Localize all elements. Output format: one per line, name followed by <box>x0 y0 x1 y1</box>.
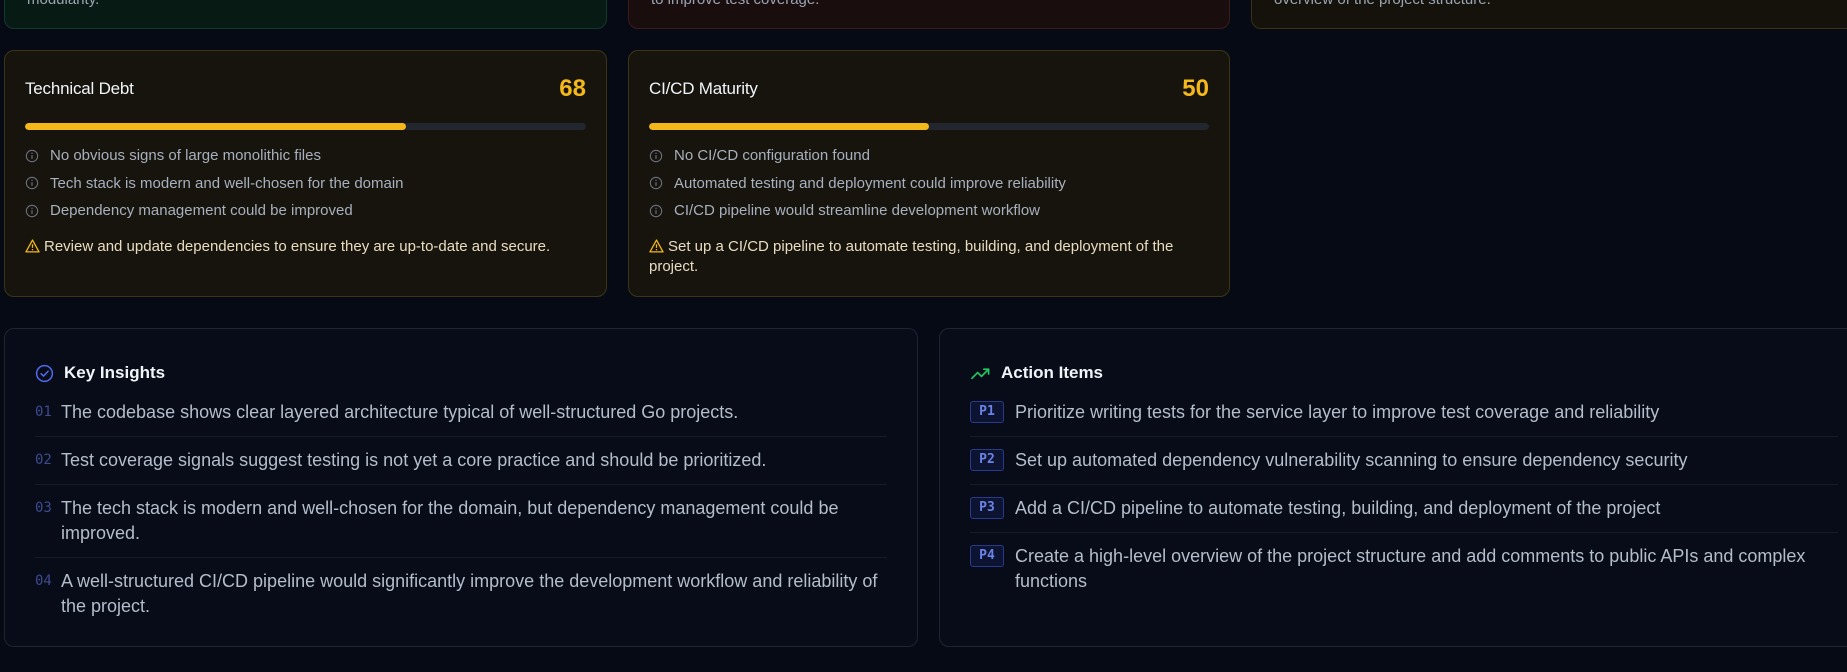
warning-icon <box>649 239 664 253</box>
score-progress-bar <box>649 123 1209 130</box>
finding-item: Automated testing and deployment could i… <box>649 170 1213 198</box>
insight-number: 01 <box>35 404 52 420</box>
warning-icon <box>25 239 40 253</box>
action-text: Set up automated dependency vulnerabilit… <box>1015 450 1688 470</box>
top-card-architecture: modularity. <box>4 0 607 29</box>
findings-list: No obvious signs of large monolithic fil… <box>25 142 590 225</box>
action-item: P1 Prioritize writing tests for the serv… <box>970 400 1838 437</box>
card-title: Technical Debt <box>25 79 134 98</box>
insights-list: 01 The codebase shows clear layered arch… <box>35 400 887 641</box>
info-icon <box>25 149 39 162</box>
finding-item: No CI/CD configuration found <box>649 142 1213 170</box>
finding-text: CI/CD pipeline would streamline developm… <box>674 202 1040 220</box>
insight-text: The tech stack is modern and well-chosen… <box>61 498 839 543</box>
recommendation-text: Review and update dependencies to ensure… <box>44 238 551 255</box>
findings-list: No CI/CD configuration found Automated t… <box>649 142 1213 225</box>
top-card-testing: to improve test coverage. <box>628 0 1230 29</box>
finding-text: Dependency management could be improved <box>50 202 353 220</box>
finding-text: No CI/CD configuration found <box>674 147 870 165</box>
info-icon <box>25 177 39 190</box>
action-text: Prioritize writing tests for the service… <box>1015 402 1660 422</box>
action-text: Add a CI/CD pipeline to automate testing… <box>1015 498 1661 518</box>
top-card-fragment: overview of the project structure. <box>1274 0 1491 8</box>
top-card-fragment: modularity. <box>27 0 99 8</box>
insight-item: 02 Test coverage signals suggest testing… <box>35 448 887 485</box>
insight-text: Test coverage signals suggest testing is… <box>61 450 767 470</box>
priority-badge: P1 <box>970 401 1004 423</box>
score-progress-bar <box>25 123 586 130</box>
score-value: 68 <box>559 75 586 102</box>
score-value: 50 <box>1182 75 1209 102</box>
info-icon <box>649 149 663 162</box>
top-card-documentation: overview of the project structure. <box>1251 0 1847 29</box>
action-item: P4 Create a high-level overview of the p… <box>970 544 1838 605</box>
cicd-maturity-card: CI/CD Maturity 50 No CI/CD configuration… <box>628 50 1230 297</box>
priority-badge: P2 <box>970 449 1004 471</box>
panel-header: Action Items <box>970 363 1103 383</box>
finding-item: CI/CD pipeline would streamline developm… <box>649 197 1213 225</box>
card-title: CI/CD Maturity <box>649 79 758 98</box>
insight-number: 04 <box>35 573 52 589</box>
top-card-fragment: to improve test coverage. <box>651 0 819 8</box>
technical-debt-card: Technical Debt 68 No obvious signs of la… <box>4 50 607 297</box>
finding-item: No obvious signs of large monolithic fil… <box>25 142 590 170</box>
info-icon <box>649 204 663 217</box>
priority-badge: P4 <box>970 545 1004 567</box>
recommendation-text: Set up a CI/CD pipeline to automate test… <box>649 238 1174 275</box>
info-icon <box>649 177 663 190</box>
info-icon <box>25 204 39 217</box>
finding-text: Automated testing and deployment could i… <box>674 174 1066 192</box>
insight-number: 02 <box>35 452 52 468</box>
action-item: P3 Add a CI/CD pipeline to automate test… <box>970 496 1838 533</box>
panel-title: Key Insights <box>64 363 166 382</box>
insight-text: A well-structured CI/CD pipeline would s… <box>61 571 878 616</box>
key-insights-panel: Key Insights 01 The codebase shows clear… <box>4 328 918 647</box>
panel-title: Action Items <box>1001 363 1104 382</box>
finding-item: Dependency management could be improved <box>25 197 590 225</box>
insight-item: 03 The tech stack is modern and well-cho… <box>35 496 887 558</box>
insight-text: The codebase shows clear layered archite… <box>61 402 739 422</box>
insight-item: 04 A well-structured CI/CD pipeline woul… <box>35 569 887 630</box>
action-item: P2 Set up automated dependency vulnerabi… <box>970 448 1838 485</box>
trending-up-icon <box>971 367 990 379</box>
recommendation: Review and update dependencies to ensure… <box>25 237 590 257</box>
score-progress-fill <box>25 123 407 130</box>
finding-text: Tech stack is modern and well-chosen for… <box>50 174 404 192</box>
actions-list: P1 Prioritize writing tests for the serv… <box>970 400 1838 616</box>
score-progress-fill <box>649 123 929 130</box>
priority-badge: P3 <box>970 497 1004 519</box>
action-items-panel: Action Items P1 Prioritize writing tests… <box>939 328 1847 647</box>
panel-header: Key Insights <box>35 363 165 383</box>
check-circle-icon <box>35 364 54 382</box>
action-text: Create a high-level overview of the proj… <box>1015 546 1806 591</box>
insight-item: 01 The codebase shows clear layered arch… <box>35 400 887 437</box>
insight-number: 03 <box>35 500 52 516</box>
finding-text: No obvious signs of large monolithic fil… <box>50 147 321 165</box>
finding-item: Tech stack is modern and well-chosen for… <box>25 170 590 198</box>
recommendation: Set up a CI/CD pipeline to automate test… <box>649 237 1213 277</box>
